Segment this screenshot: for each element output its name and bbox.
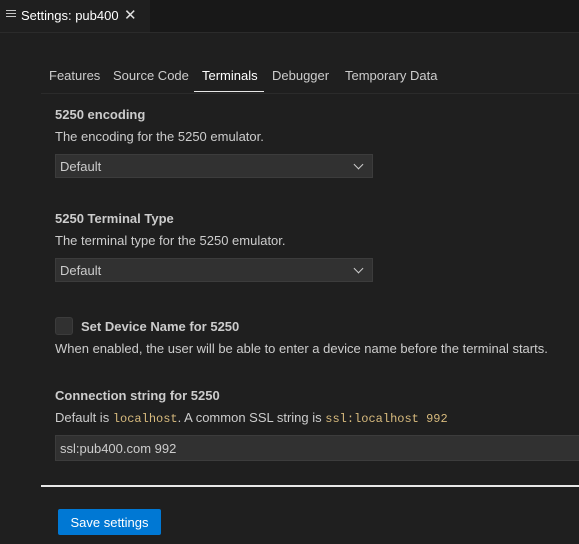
- tab-source-code[interactable]: Source Code: [113, 68, 189, 83]
- encoding-description: The encoding for the 5250 emulator.: [55, 129, 264, 144]
- settings-subtabs: Features Source Code Terminals Debugger …: [41, 59, 579, 94]
- terminal-type-description: The terminal type for the 5250 emulator.: [55, 233, 286, 248]
- connection-string-value: ssl:pub400.com 992: [60, 441, 177, 456]
- connection-string-description: Default is localhost. A common SSL strin…: [55, 410, 448, 426]
- device-name-checkbox[interactable]: [55, 317, 73, 335]
- code-ssl-string: ssl:localhost 992: [325, 412, 448, 426]
- editor-tab-title: Settings: pub400: [21, 8, 119, 23]
- device-name-title[interactable]: Set Device Name for 5250: [81, 319, 239, 334]
- terminal-type-title: 5250 Terminal Type: [55, 211, 174, 226]
- tab-features[interactable]: Features: [49, 68, 100, 83]
- chevron-down-icon: [353, 159, 364, 170]
- device-name-description: When enabled, the user will be able to e…: [55, 341, 548, 356]
- terminal-type-select-value: Default: [60, 263, 102, 278]
- encoding-select-value: Default: [60, 159, 102, 174]
- save-settings-button[interactable]: Save settings: [58, 509, 161, 535]
- chevron-down-icon: [353, 263, 364, 274]
- encoding-select[interactable]: Default: [55, 154, 373, 178]
- close-icon[interactable]: ✕: [124, 6, 137, 24]
- tab-temporary-data[interactable]: Temporary Data: [345, 68, 437, 83]
- active-tab-indicator: [194, 91, 264, 92]
- footer-divider: [41, 485, 579, 487]
- editor-tab-bar: Settings: pub400 ✕: [0, 0, 579, 33]
- settings-file-icon: [6, 10, 16, 20]
- encoding-title: 5250 encoding: [55, 107, 146, 122]
- connection-desc-prefix: Default is: [55, 410, 113, 425]
- connection-string-input[interactable]: ssl:pub400.com 992: [55, 435, 579, 461]
- code-localhost: localhost: [112, 412, 178, 426]
- connection-string-title: Connection string for 5250: [55, 388, 220, 403]
- tab-debugger[interactable]: Debugger: [272, 68, 329, 83]
- editor-tab-settings[interactable]: Settings: pub400 ✕: [0, 0, 150, 32]
- connection-desc-middle: . A common SSL string is: [177, 410, 326, 425]
- tab-terminals[interactable]: Terminals: [202, 68, 258, 83]
- terminal-type-select[interactable]: Default: [55, 258, 373, 282]
